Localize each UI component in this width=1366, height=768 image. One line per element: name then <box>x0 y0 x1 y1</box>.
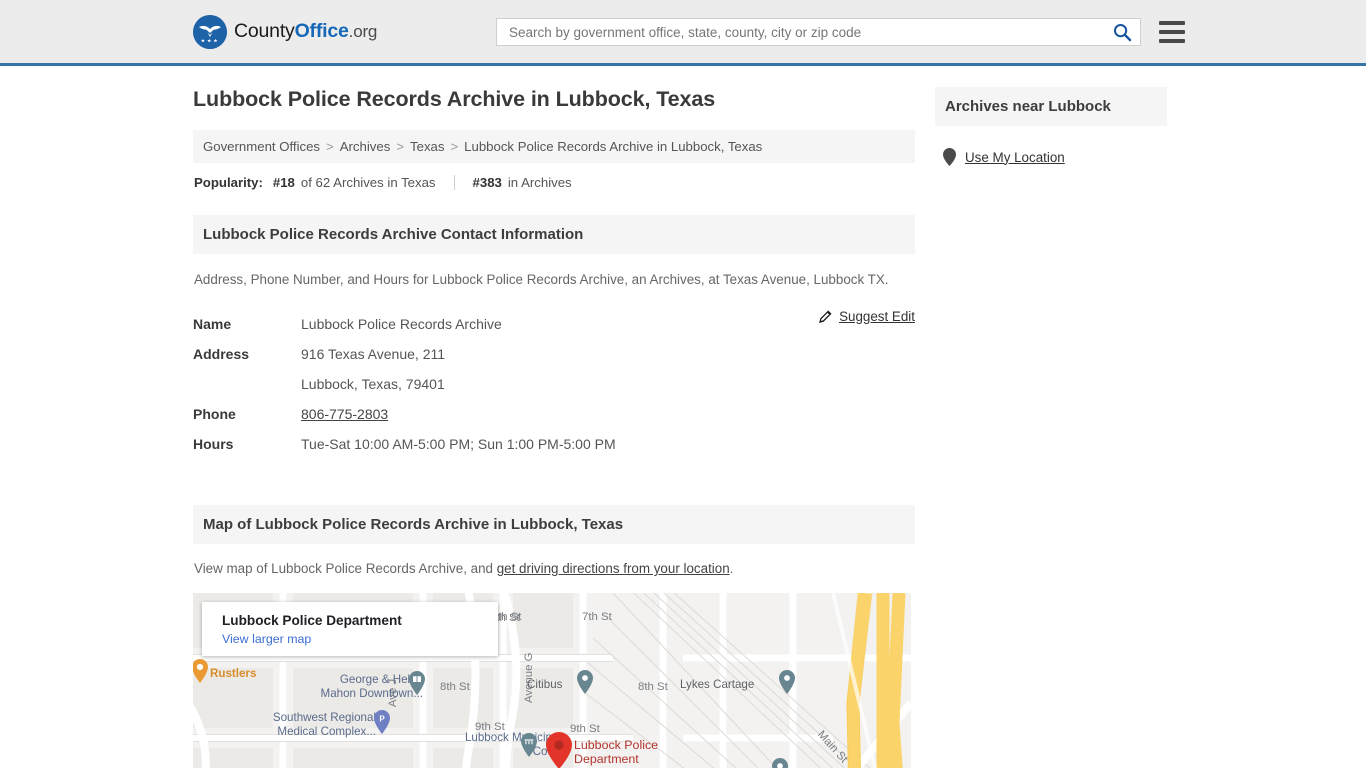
contact-section-heading: Lubbock Police Records Archive Contact I… <box>193 215 915 254</box>
logo-text-county: County <box>234 20 295 42</box>
hamburger-menu-icon[interactable] <box>1159 21 1185 43</box>
map-poi-rustlers[interactable]: Rustlers <box>210 667 256 680</box>
logo-text-org: .org <box>348 22 378 41</box>
breadcrumb-item-current: Lubbock Police Records Archive in Lubboc… <box>464 139 763 154</box>
map-info-card[interactable]: Lubbock Police Department View larger ma… <box>202 602 498 656</box>
county-office-eagle-logo-icon <box>193 14 227 49</box>
map-pin-library-icon[interactable] <box>408 671 426 695</box>
contact-value-hours: Tue-Sat 10:00 AM-5:00 PM; Sun 1:00 PM-5:… <box>301 436 616 452</box>
popularity-state-suffix: of 62 Archives in Texas <box>300 175 436 190</box>
contact-label-address: Address <box>193 346 250 362</box>
search-icon <box>1114 24 1132 42</box>
map-poi-mahon-library[interactable]: George & Helen Mahon Downtown... <box>303 673 423 701</box>
popularity-divider <box>453 175 455 190</box>
contact-label-hours: Hours <box>193 436 234 452</box>
map-card-title: Lubbock Police Department <box>222 613 402 628</box>
map-note-prefix: View map of Lubbock Police Records Archi… <box>194 561 497 576</box>
breadcrumb: Government Offices > Archives > Texas > … <box>193 130 915 163</box>
map-note-suffix: . <box>729 561 734 576</box>
suggest-edit-button[interactable]: Suggest Edit <box>818 309 915 324</box>
breadcrumb-item-texas[interactable]: Texas <box>410 139 444 154</box>
map-pin-generic-icon[interactable] <box>771 758 789 768</box>
contact-value-address-line1: 916 Texas Avenue, 211 <box>301 346 446 362</box>
edit-pencil-icon <box>819 310 832 323</box>
site-logo[interactable]: CountyOffice.org <box>193 14 377 49</box>
svg-text:P: P <box>379 715 385 724</box>
search-input[interactable] <box>507 23 1110 41</box>
header-search-area <box>496 18 1185 46</box>
sidebar-heading: Archives near Lubbock <box>935 87 1167 126</box>
page-title: Lubbock Police Records Archive in Lubboc… <box>193 87 716 111</box>
search-submit-button[interactable] <box>1110 22 1134 42</box>
use-my-location-button[interactable]: Use My Location <box>935 126 1167 166</box>
map-poi-lubbock-police-department[interactable]: Lubbock Police Department <box>574 738 684 766</box>
contact-section-description: Address, Phone Number, and Hours for Lub… <box>194 272 889 287</box>
map-street-label: 7th St <box>582 611 612 623</box>
contact-row-name: Name Lubbock Police Records Archive <box>193 309 915 339</box>
map-pin-icon <box>943 148 956 166</box>
main-column: Lubbock Police Records Archive in Lubboc… <box>193 87 915 768</box>
map-section-note: View map of Lubbock Police Records Archi… <box>193 544 915 576</box>
contact-info-table: Suggest Edit Name Lubbock Police Records… <box>193 309 915 459</box>
popularity-row: Popularity: #18 of 62 Archives in Texas … <box>193 163 915 190</box>
map-pin-police-department-primary-icon[interactable] <box>545 732 573 768</box>
view-larger-map-link[interactable]: View larger map <box>222 632 486 646</box>
contact-label-name: Name <box>193 316 232 332</box>
page-body: Lubbock Police Records Archive in Lubboc… <box>0 66 1366 768</box>
map-poi-lykes-cartage[interactable]: Lykes Cartage <box>680 678 754 691</box>
breadcrumb-separator-icon: > <box>326 139 334 154</box>
map-poi-southwest-medical[interactable]: Southwest Regional Medical Complex... <box>241 711 376 739</box>
map-street-label: 8th St <box>638 681 668 693</box>
map-street-label: 8th St <box>440 681 470 693</box>
map-embed[interactable]: Lubbock Police Department View larger ma… <box>193 593 911 768</box>
popularity-label: Popularity: <box>194 175 263 190</box>
map-pin-business-icon[interactable] <box>778 670 796 694</box>
contact-value-name: Lubbock Police Records Archive <box>301 316 502 332</box>
phone-link[interactable]: 806-775-2803 <box>301 406 388 422</box>
contact-row-address-line2: Lubbock, Texas, 79401 <box>193 369 915 399</box>
hamburger-bar <box>1159 30 1185 34</box>
sidebar: Archives near Lubbock Use My Location <box>935 87 1167 768</box>
map-pin-transit-icon[interactable] <box>576 670 594 694</box>
map-street-label-9th-2: 9th St <box>570 723 600 735</box>
suggest-edit-label: Suggest Edit <box>839 309 915 324</box>
hamburger-bar <box>1159 21 1185 25</box>
breadcrumb-separator-icon: > <box>396 139 405 154</box>
popularity-overall-suffix: in Archives <box>507 175 572 190</box>
contact-value-address-line2: Lubbock, Texas, 79401 <box>301 376 445 392</box>
logo-text-office: Office <box>294 20 349 42</box>
map-pin-restaurant-icon[interactable] <box>193 659 209 683</box>
contact-row-phone: Phone 806-775-2803 <box>193 399 915 429</box>
map-pin-parking-icon[interactable]: P <box>373 710 391 734</box>
hamburger-bar <box>1159 39 1185 43</box>
search-box[interactable] <box>496 18 1141 46</box>
breadcrumb-item-government-offices[interactable]: Government Offices <box>203 139 320 154</box>
map-pin-government-icon[interactable] <box>520 733 538 757</box>
popularity-state-rank: #18 <box>272 175 295 190</box>
contact-row-address: Address 916 Texas Avenue, 211 <box>193 339 915 369</box>
map-section-heading: Map of Lubbock Police Records Archive in… <box>193 505 915 544</box>
breadcrumb-item-archives[interactable]: Archives <box>340 139 391 154</box>
driving-directions-link[interactable]: get driving directions from your locatio… <box>497 561 730 576</box>
popularity-overall-rank: #383 <box>472 175 502 190</box>
map-poi-citibus[interactable]: Citibus <box>527 678 562 691</box>
breadcrumb-separator-icon: > <box>450 139 459 154</box>
site-logo-text: CountyOffice.org <box>234 20 377 43</box>
contact-label-phone: Phone <box>193 406 236 422</box>
contact-row-hours: Hours Tue-Sat 10:00 AM-5:00 PM; Sun 1:00… <box>193 429 915 459</box>
use-my-location-label: Use My Location <box>965 149 1065 165</box>
site-header: CountyOffice.org <box>0 0 1366 66</box>
contact-value-phone-wrap: 806-775-2803 <box>301 399 388 429</box>
